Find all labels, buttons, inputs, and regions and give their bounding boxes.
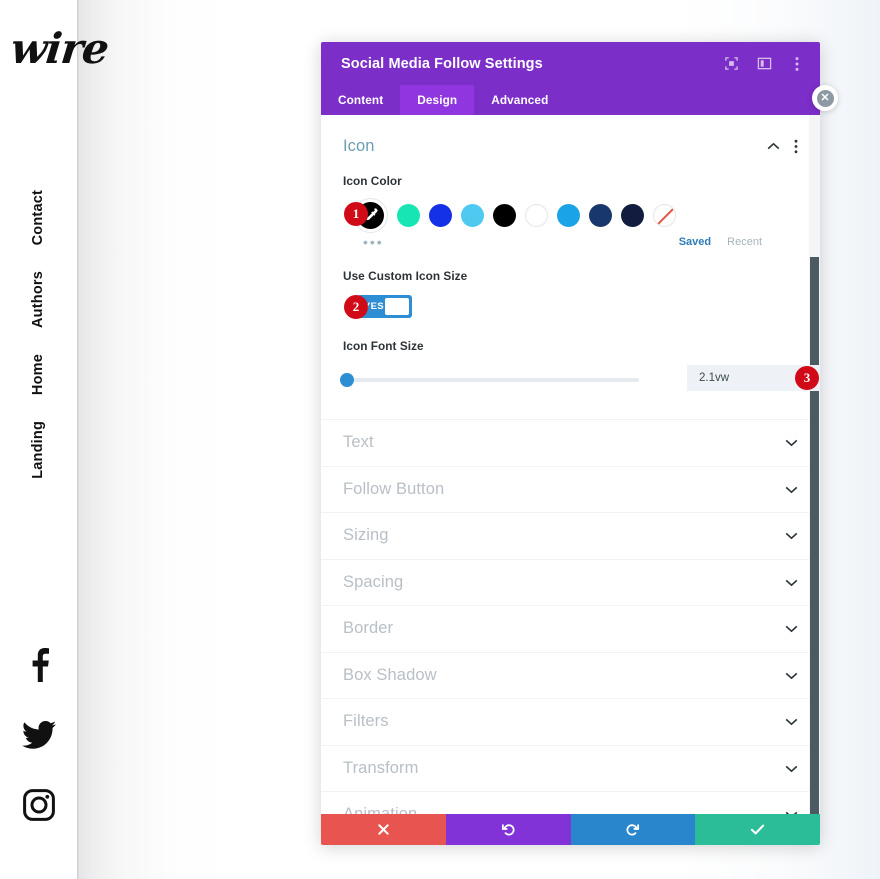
more-colors-button[interactable]: ••• [343,235,384,249]
nav-item-contact[interactable]: Contact [30,190,46,245]
close-modal-button[interactable]: ✕ [812,85,838,111]
section-animation-label: Animation [343,805,785,814]
color-swatch-black[interactable] [493,203,516,227]
field-custom-icon-size: Use Custom Icon Size 2 YES [321,269,820,321]
target-icon[interactable] [722,55,740,73]
tab-design[interactable]: Design [400,85,475,115]
step-badge-2: 2 [344,295,368,319]
page-background-edge [77,0,79,879]
modal-header-icons [722,55,806,73]
slider-handle[interactable] [340,373,354,387]
chevron-down-icon[interactable] [785,717,798,726]
close-icon: ✕ [816,89,834,107]
color-swatch-skyblue[interactable] [557,203,580,227]
icon-font-size-label: Icon Font Size [343,339,424,353]
section-icon-header[interactable]: Icon [321,115,820,156]
section-follow-button[interactable]: Follow Button [321,465,820,512]
section-box-shadow-label: Box Shadow [343,665,437,684]
chevron-down-icon[interactable] [785,578,798,587]
nav-item-authors[interactable]: Authors [30,271,46,328]
icon-font-size-slider[interactable] [340,373,639,387]
vertical-nav: Contact Authors Home Landing [0,190,77,505]
layout-columns-icon[interactable] [755,55,773,73]
section-transform-label: Transform [343,758,419,777]
custom-icon-size-label: Use Custom Icon Size [343,269,468,283]
modal-tabs: Content Design Advanced [321,85,820,115]
undo-button[interactable] [445,814,571,845]
icon-color-label: Icon Color [343,174,402,188]
facebook-icon[interactable] [19,645,59,685]
scrollbar-thumb[interactable] [810,257,819,814]
scrollbar-track[interactable] [809,115,820,814]
modal-header: Social Media Follow Settings [321,42,820,85]
section-sizing[interactable]: Sizing [321,512,820,559]
chevron-down-icon[interactable] [785,810,798,814]
icon-color-meta: ••• Saved Recent [343,233,798,251]
section-kebab-icon[interactable] [794,139,798,154]
color-swatch-navy[interactable] [589,203,612,227]
color-swatch-none[interactable] [653,203,676,227]
section-icon-title: Icon [343,137,375,155]
save-button[interactable] [695,814,820,845]
section-filters[interactable]: Filters [321,698,820,745]
color-swatch-teal[interactable] [397,203,420,227]
modal-footer [321,814,820,845]
chevron-down-icon[interactable] [785,671,798,680]
section-box-shadow[interactable]: Box Shadow [321,651,820,698]
nav-item-home[interactable]: Home [30,354,46,395]
chevron-down-icon[interactable] [785,438,798,447]
tab-content[interactable]: Content [321,85,400,115]
section-animation[interactable]: Animation [321,791,820,814]
chevron-down-icon[interactable] [785,531,798,540]
section-border-label: Border [343,619,394,638]
toggle-knob [385,298,409,315]
section-filters-label: Filters [343,712,389,731]
instagram-icon[interactable] [19,785,59,825]
field-icon-color: Icon Color 1 ••• Saved Recent [321,174,820,251]
section-transform[interactable]: Transform [321,744,820,791]
social-links [0,645,77,855]
cancel-button[interactable] [321,814,446,845]
twitter-icon[interactable] [19,715,59,755]
redo-button[interactable] [570,814,696,845]
field-icon-font-size: Icon Font Size 2.1vw 3 [321,339,820,395]
section-text[interactable]: Text [321,419,820,466]
color-swatch-blue[interactable] [429,203,452,227]
screen-root: wire Contact Authors Home Landing Social… [0,0,880,879]
chevron-down-icon[interactable] [785,485,798,494]
section-text-label: Text [343,433,374,452]
kebab-menu-icon[interactable] [788,55,806,73]
icon-color-swatches: 1 [343,200,798,230]
settings-modal: Social Media Follow Settings Content Des… [321,42,820,845]
section-sizing-label: Sizing [343,526,389,545]
chevron-down-icon[interactable] [785,624,798,633]
icon-font-size-control: 2.1vw 3 [340,365,820,395]
color-swatch-lightblue[interactable] [461,203,484,227]
section-follow-button-label: Follow Button [343,479,445,498]
recent-colors-tab[interactable]: Recent [727,236,762,248]
tab-advanced[interactable]: Advanced [474,85,565,115]
section-spacing[interactable]: Spacing [321,558,820,605]
section-spacing-label: Spacing [343,572,404,591]
modal-title: Social Media Follow Settings [341,55,543,72]
nav-item-landing[interactable]: Landing [30,421,46,479]
modal-body: Icon Icon Color 1 ••• Saved Recent Use C… [321,115,820,814]
site-logo[interactable]: wire [8,24,110,73]
saved-colors-tab[interactable]: Saved [679,236,711,248]
section-icon: Icon Icon Color 1 ••• Saved Recent Use C… [321,115,820,405]
step-badge-1: 1 [344,202,368,226]
color-swatch-darknavy[interactable] [621,203,644,227]
step-badge-3: 3 [795,366,819,390]
chevron-down-icon[interactable] [785,764,798,773]
site-sidebar: wire Contact Authors Home Landing [0,0,111,879]
section-border[interactable]: Border [321,605,820,652]
chevron-up-icon[interactable] [767,142,780,151]
color-swatch-white[interactable] [525,203,548,227]
